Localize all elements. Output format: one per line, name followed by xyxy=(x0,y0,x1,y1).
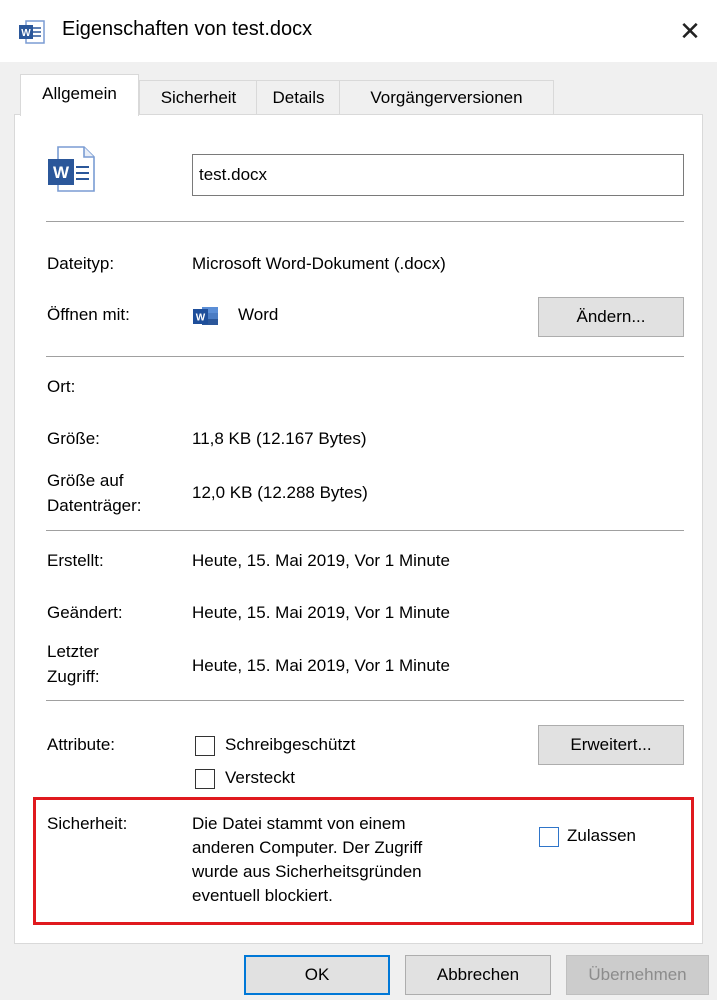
hidden-label[interactable]: Versteckt xyxy=(225,768,295,788)
modified-label: Geändert: xyxy=(47,603,123,622)
window-title: Eigenschaften von test.docx xyxy=(62,18,313,40)
separator xyxy=(46,700,684,701)
readonly-checkbox[interactable] xyxy=(195,736,215,756)
readonly-label[interactable]: Schreibgeschützt xyxy=(225,735,355,755)
location-label: Ort: xyxy=(47,377,76,396)
separator xyxy=(46,356,684,357)
openwith-value: Word xyxy=(238,305,279,324)
created-label: Erstellt: xyxy=(47,551,104,570)
word-document-icon: W xyxy=(18,20,46,44)
filetype-label: Dateityp: xyxy=(47,254,115,273)
svg-text:W: W xyxy=(196,313,206,324)
size-value: 11,8 KB (12.167 Bytes) xyxy=(192,429,367,448)
security-highlight-box xyxy=(33,797,694,925)
tab-allgemein[interactable]: Allgemein xyxy=(20,74,139,116)
separator xyxy=(46,221,684,222)
modified-value: Heute, 15. Mai 2019, Vor 1 Minute xyxy=(192,603,450,622)
separator xyxy=(46,530,684,531)
cancel-button[interactable]: Abbrechen xyxy=(405,955,551,995)
tab-vorgaengerversionen[interactable]: Vorgängerversionen xyxy=(339,80,554,115)
hidden-checkbox[interactable] xyxy=(195,769,215,789)
close-icon[interactable]: ✕ xyxy=(670,12,710,50)
word-document-icon: W xyxy=(46,145,100,193)
attributes-label: Attribute: xyxy=(47,735,116,754)
accessed-label-line1: Letzter xyxy=(47,642,99,661)
filename-field[interactable]: test.docx xyxy=(192,154,684,196)
accessed-label-line2: Zugriff: xyxy=(47,667,100,686)
svg-text:W: W xyxy=(53,163,70,182)
apply-button[interactable]: Übernehmen xyxy=(566,955,709,995)
tab-details[interactable]: Details xyxy=(256,80,341,115)
advanced-button[interactable]: Erweitert... xyxy=(538,725,684,765)
disksize-label-line1: Größe auf xyxy=(47,471,124,490)
disksize-value: 12,0 KB (12.288 Bytes) xyxy=(192,483,368,502)
disksize-label-line2: Datenträger: xyxy=(47,496,142,515)
ok-button[interactable]: OK xyxy=(244,955,390,995)
word-app-icon: W xyxy=(192,305,220,327)
tab-sicherheit[interactable]: Sicherheit xyxy=(139,80,258,115)
created-value: Heute, 15. Mai 2019, Vor 1 Minute xyxy=(192,551,450,570)
filetype-value: Microsoft Word-Dokument (.docx) xyxy=(192,254,446,273)
svg-text:W: W xyxy=(21,28,31,39)
size-label: Größe: xyxy=(47,429,100,448)
change-button[interactable]: Ändern... xyxy=(538,297,684,337)
openwith-label: Öffnen mit: xyxy=(47,305,130,324)
title-bar: W Eigenschaften von test.docx ✕ xyxy=(0,0,717,62)
accessed-value: Heute, 15. Mai 2019, Vor 1 Minute xyxy=(192,656,450,675)
